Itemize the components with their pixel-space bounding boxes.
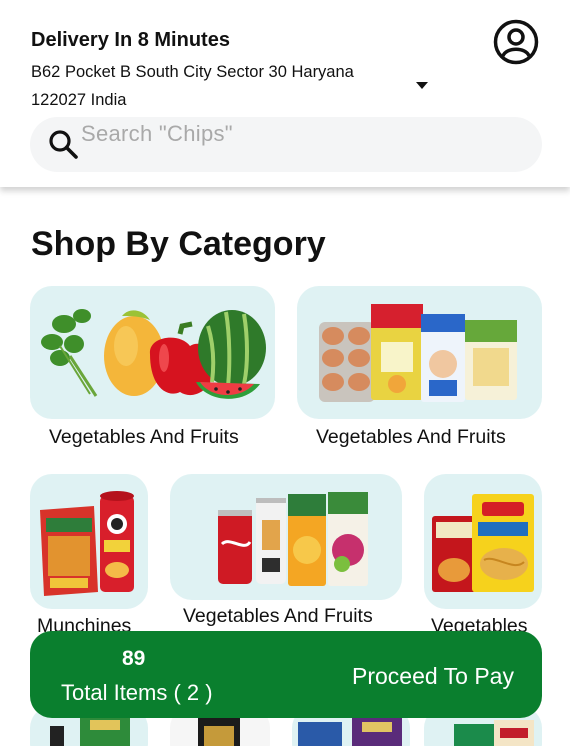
section-title: Shop By Category	[31, 225, 326, 263]
category-card-fruits[interactable]	[30, 286, 275, 419]
category-label[interactable]: Vegetables And Fruits	[183, 605, 373, 628]
search-icon	[49, 130, 78, 159]
chevron-down-icon[interactable]	[416, 82, 428, 89]
category-card-munchies[interactable]	[30, 474, 148, 609]
search-bar[interactable]: Search "Chips"	[30, 117, 542, 172]
app-header: Delivery In 8 Minutes B62 Pocket B South…	[0, 0, 570, 187]
proceed-to-pay-button[interactable]: Proceed To Pay	[352, 663, 514, 690]
dairy-image	[319, 304, 517, 402]
category-card-dairy[interactable]	[297, 286, 542, 419]
instant-food-image	[432, 494, 534, 592]
category-label[interactable]: Vegetables And Fruits	[49, 426, 239, 449]
category-label[interactable]: Vegetables And Fruits	[316, 426, 506, 449]
delivery-time-title: Delivery In 8 Minutes	[31, 29, 230, 51]
category-card-instant[interactable]	[424, 474, 542, 609]
cart-item-count: Total Items ( 2 )	[61, 680, 213, 705]
fruits-image	[41, 309, 266, 399]
search-placeholder[interactable]: Search "Chips"	[81, 121, 233, 147]
drinks-image	[218, 492, 368, 586]
munchies-image	[40, 491, 134, 596]
delivery-address[interactable]: B62 Pocket B South City Sector 30 Haryan…	[31, 58, 401, 114]
cart-summary-bar[interactable]: 89 Total Items ( 2 ) Proceed To Pay	[30, 631, 542, 718]
user-circle-icon[interactable]	[493, 19, 539, 65]
cart-total-price: 89	[122, 647, 146, 670]
category-card-drinks[interactable]	[170, 474, 402, 600]
